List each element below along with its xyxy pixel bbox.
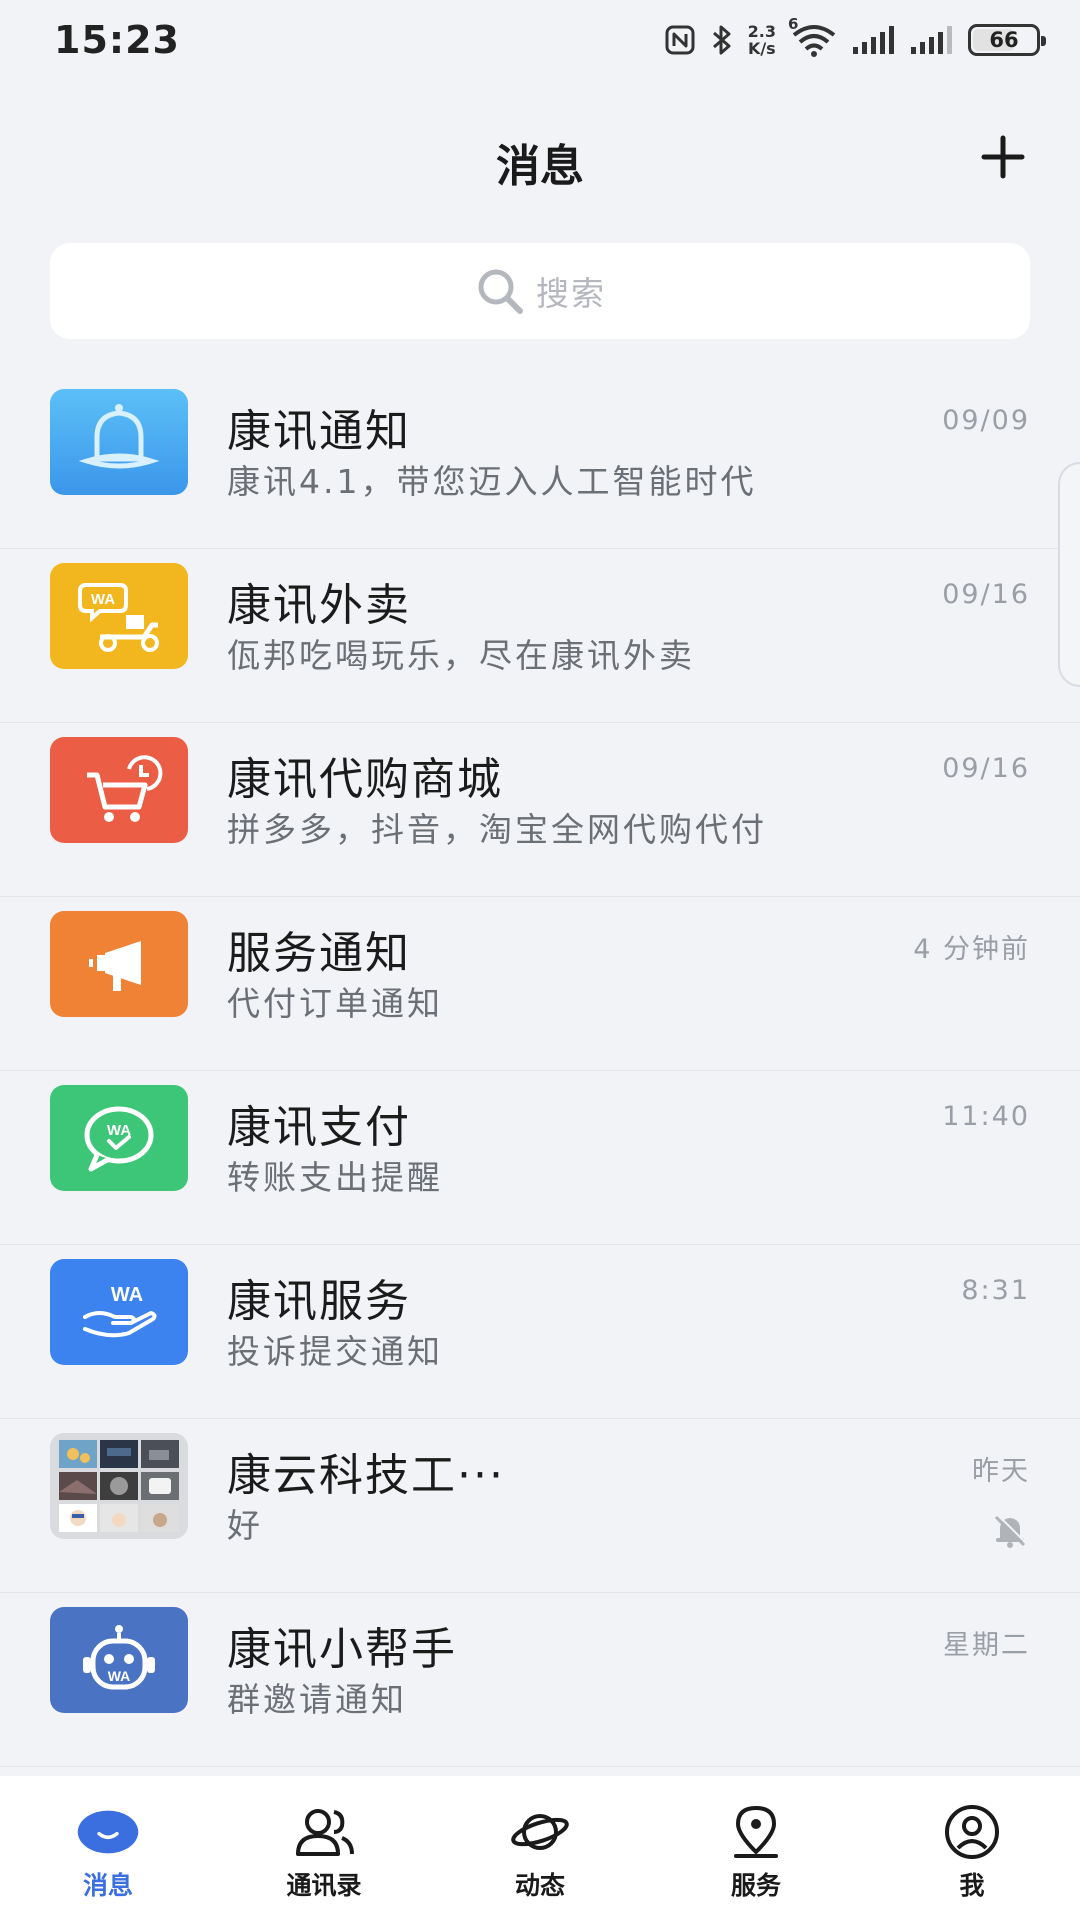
contacts-icon <box>292 1804 356 1860</box>
tab-me[interactable]: 我 <box>864 1776 1080 1920</box>
chat-title: 康讯服务 <box>227 1276 411 1327</box>
delivery-scooter-icon: WA <box>78 583 159 652</box>
chat-item-service-notice[interactable]: 服务通知 代付订单通知 4 分钟前 <box>0 897 1080 1071</box>
search-icon <box>478 269 523 314</box>
megaphone-icon <box>89 941 141 991</box>
plus-icon <box>981 135 1025 179</box>
chat-item-kangyun-group[interactable]: 康云科技工··· 好 昨天 <box>0 1419 1080 1593</box>
search-placeholder: 搜索 <box>536 274 606 313</box>
chat-title: 康云科技工··· <box>227 1450 505 1501</box>
status-icons: 2.3 K/s 6 66 <box>664 15 1046 60</box>
chat-item-kangxun-helper[interactable]: WA 康讯小帮手 群邀请通知 星期二 <box>0 1593 1080 1767</box>
avatar: WA <box>50 563 188 669</box>
header: 消息 <box>0 100 1080 212</box>
chat-item-kangxun-notice[interactable]: 康讯通知 康讯4.1，带您迈入人工智能时代 09/09 <box>0 375 1080 549</box>
svg-text:WA: WA <box>91 591 115 608</box>
tab-contacts[interactable]: 通讯录 <box>216 1776 432 1920</box>
chat-time: 11:40 <box>942 1101 1030 1132</box>
shopping-cart-icon <box>87 755 163 822</box>
status-bar: 15:23 2.3 K/s 6 66 <box>0 0 1080 80</box>
hand-service-icon: WA <box>83 1284 157 1338</box>
chat-title: 康讯通知 <box>227 406 411 457</box>
chat-title: 康讯小帮手 <box>227 1624 457 1675</box>
planet-icon <box>508 1804 572 1860</box>
add-button[interactable] <box>976 130 1030 184</box>
page-title: 消息 <box>496 141 584 192</box>
chat-preview: 佤邦吃喝玩乐，尽在康讯外卖 <box>227 636 695 675</box>
mute-bell-icon <box>994 1514 1027 1548</box>
chat-item-kangxun-pay[interactable]: WA 康讯支付 转账支出提醒 11:40 <box>0 1071 1080 1245</box>
tab-moments[interactable]: 动态 <box>432 1776 648 1920</box>
chat-time: 星期二 <box>943 1630 1030 1661</box>
chat-preview: 转账支出提醒 <box>227 1158 443 1197</box>
chat-title: 康讯代购商城 <box>227 754 503 805</box>
user-icon <box>940 1804 1004 1860</box>
status-time: 15:23 <box>54 18 180 62</box>
tab-label: 我 <box>959 1871 985 1900</box>
tab-label: 通讯录 <box>286 1871 362 1900</box>
chat-item-kangxun-service[interactable]: WA 康讯服务 投诉提交通知 8:31 <box>0 1245 1080 1419</box>
group-avatar <box>50 1433 188 1539</box>
chat-time: 09/09 <box>942 405 1030 436</box>
search-input[interactable]: 搜索 <box>50 243 1030 339</box>
signal-icon-1 <box>852 25 896 55</box>
side-drawer-handle[interactable] <box>1058 462 1080 687</box>
chat-preview: 好 <box>227 1506 263 1545</box>
tab-label: 动态 <box>514 1871 565 1900</box>
tab-messages[interactable]: 消息 <box>0 1776 216 1920</box>
avatar <box>50 911 188 1017</box>
bottom-tab-bar: 消息 通讯录 动态 服务 我 <box>0 1776 1080 1920</box>
tab-label: 服务 <box>730 1871 781 1900</box>
pay-chat-bubble-icon: WA <box>84 1106 154 1172</box>
chat-time: 昨天 <box>972 1456 1030 1487</box>
signal-icon-2 <box>910 25 954 55</box>
chat-title: 康讯外卖 <box>227 580 411 631</box>
chat-item-kangxun-delivery[interactable]: WA 康讯外卖 佤邦吃喝玩乐，尽在康讯外卖 09/16 <box>0 549 1080 723</box>
chat-title: 服务通知 <box>227 928 411 979</box>
chat-list: 康讯通知 康讯4.1，带您迈入人工智能时代 09/09 WA 康讯外卖 佤邦吃喝… <box>0 375 1080 1767</box>
avatar: WA <box>50 1085 188 1191</box>
chat-time: 8:31 <box>961 1275 1030 1306</box>
chat-preview: 代付订单通知 <box>227 984 443 1023</box>
chat-time: 4 分钟前 <box>913 934 1030 965</box>
tab-label: 消息 <box>82 1871 133 1900</box>
location-pin-icon <box>724 1804 788 1860</box>
nfc-icon <box>664 24 696 56</box>
chat-preview: 拼多多，抖音，淘宝全网代购代付 <box>227 810 767 849</box>
battery-level: 66 <box>989 28 1019 52</box>
chat-preview: 群邀请通知 <box>227 1680 407 1719</box>
wifi-icon: 6 <box>788 15 838 57</box>
battery-icon: 66 <box>968 24 1046 56</box>
chat-time: 09/16 <box>942 579 1030 610</box>
chat-title: 康讯支付 <box>227 1102 411 1153</box>
network-speed-unit: K/s <box>747 39 776 58</box>
chat-preview: 康讯4.1，带您迈入人工智能时代 <box>227 462 757 501</box>
chat-time: 09/16 <box>942 753 1030 784</box>
wifi-label: 6 <box>788 15 799 33</box>
chat-bubble-icon <box>76 1804 140 1860</box>
chat-preview: 投诉提交通知 <box>227 1332 443 1371</box>
bluetooth-icon <box>710 23 734 57</box>
group-photo-grid <box>59 1440 179 1532</box>
avatar <box>50 737 188 843</box>
avatar: WA <box>50 1259 188 1365</box>
tab-services[interactable]: 服务 <box>648 1776 864 1920</box>
network-speed: 2.3 K/s <box>748 23 776 57</box>
avatar <box>50 389 188 495</box>
bell-icon <box>78 404 160 469</box>
robot-icon: WA <box>83 1625 155 1690</box>
svg-text:WA: WA <box>111 1284 143 1306</box>
svg-text:WA: WA <box>108 1668 131 1684</box>
avatar: WA <box>50 1607 188 1713</box>
messages-screen: 15:23 2.3 K/s 6 66 消息 搜索 康讯通知 康讯4.1，带您迈入… <box>0 0 1080 1920</box>
chat-item-kangxun-mall[interactable]: 康讯代购商城 拼多多，抖音，淘宝全网代购代付 09/16 <box>0 723 1080 897</box>
